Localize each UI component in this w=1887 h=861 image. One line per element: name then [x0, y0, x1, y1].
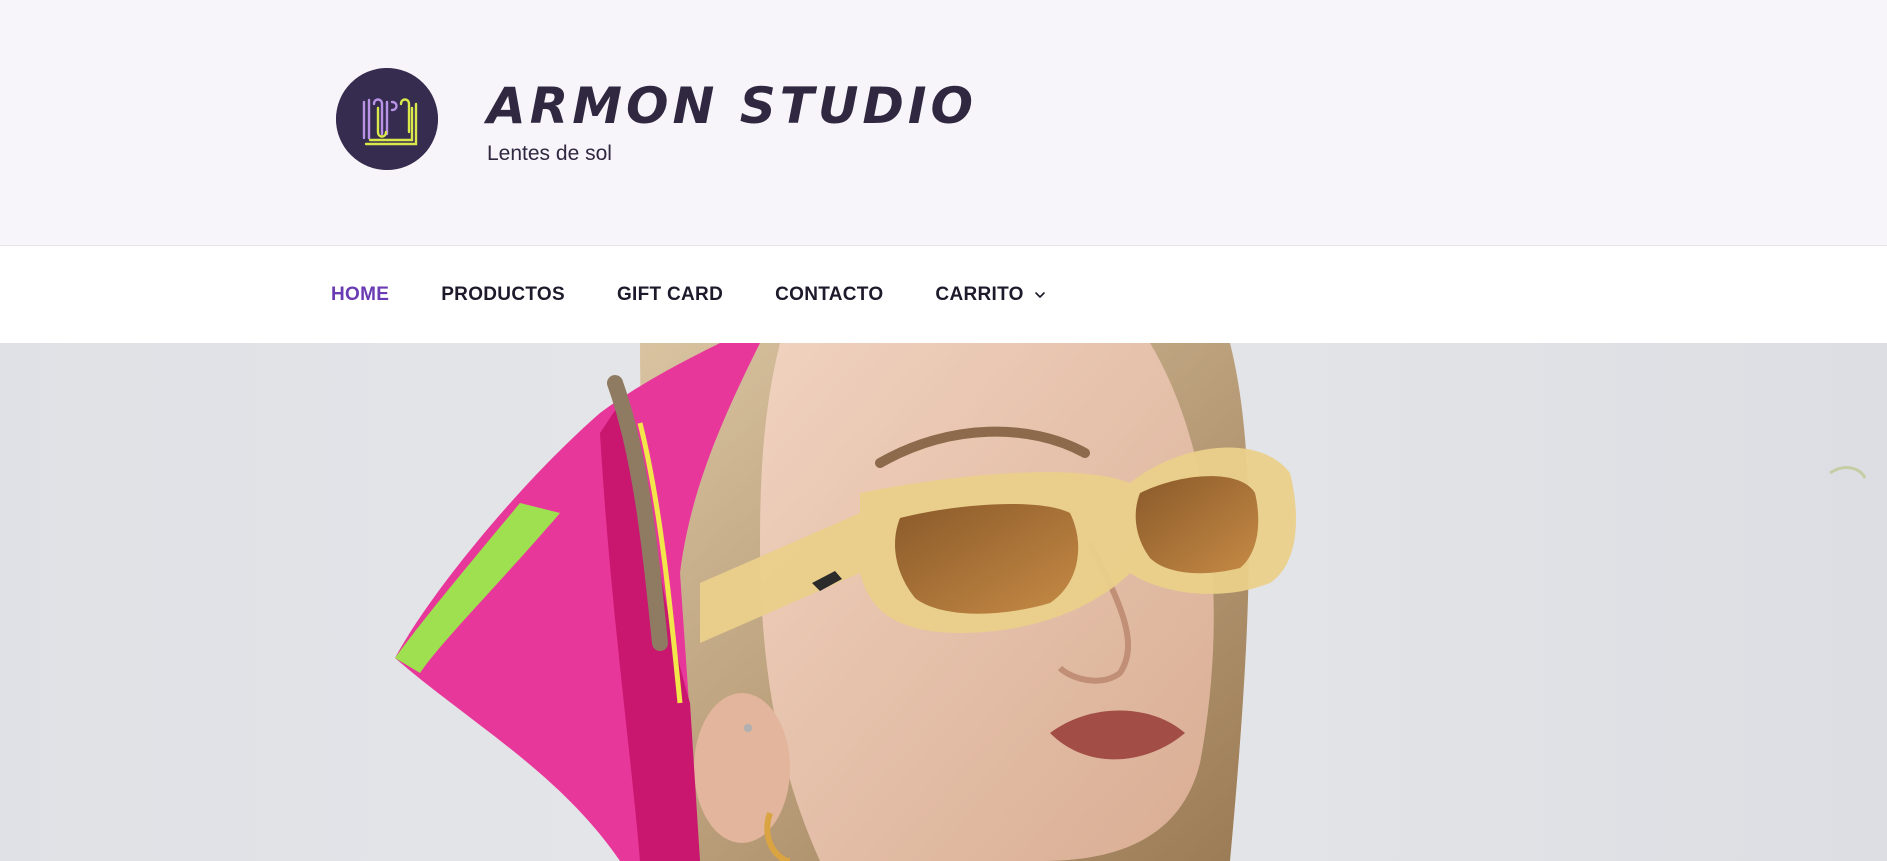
nav-item-productos[interactable]: PRODUCTOS	[441, 284, 565, 306]
nav-item-gift-card[interactable]: GIFT CARD	[617, 284, 723, 306]
site-title[interactable]: ARMON STUDIO	[487, 76, 977, 136]
nav-item-label: GIFT CARD	[616, 283, 724, 305]
site-tagline: Lentes de sol	[487, 142, 612, 165]
armon-logo-icon[interactable]	[336, 68, 438, 170]
nav-item-label: CARRITO	[935, 283, 1024, 305]
nav-item-label: CONTACTO	[775, 283, 884, 305]
nav-item-label: HOME	[331, 283, 390, 305]
main-navigation: HOME PRODUCTOS GIFT CARD CONTACTO CARRIT…	[0, 246, 1887, 343]
site-header: ARMON STUDIO Lentes de sol	[0, 0, 1887, 246]
hero-image	[0, 343, 1887, 861]
chevron-down-icon[interactable]	[1034, 289, 1046, 301]
nav-item-carrito[interactable]: CARRITO	[935, 284, 1045, 306]
nav-item-contacto[interactable]: CONTACTO	[775, 284, 883, 306]
nav-menu: HOME PRODUCTOS GIFT CARD CONTACTO CARRIT…	[331, 246, 1098, 343]
nav-item-home[interactable]: HOME	[331, 284, 389, 306]
nav-item-label: PRODUCTOS	[441, 283, 565, 305]
